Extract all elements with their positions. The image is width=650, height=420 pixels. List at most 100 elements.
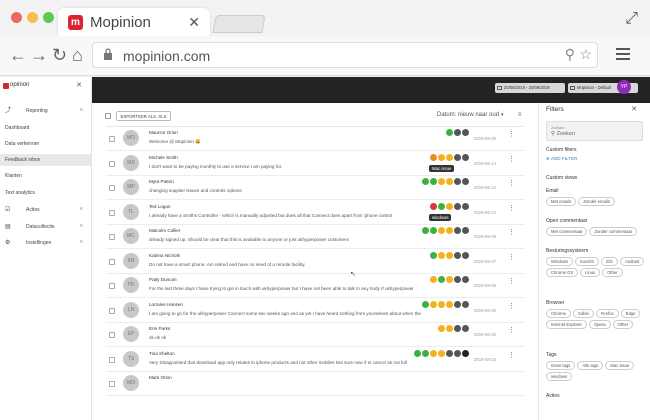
device-icon[interactable] [462,227,469,234]
more-options-icon[interactable]: ⋮ [508,254,515,261]
filter-chip[interactable]: Chrome [546,309,571,318]
positive-score-badge[interactable] [422,227,429,234]
caret-down-icon[interactable]: ▾ [501,112,504,118]
filter-chip[interactable]: Met commentaar [546,227,588,236]
filter-chip[interactable]: Linux [580,268,601,277]
row-checkbox[interactable] [109,209,115,216]
device-icon[interactable] [454,276,461,283]
table-row[interactable]: PD Patty Duncan For the last three days I … [106,274,524,298]
sidebar-item-feedback-inbox[interactable]: Feedback inbox [0,154,91,166]
row-checkbox[interactable] [109,185,115,191]
device-icon[interactable] [454,325,461,332]
device-icon[interactable] [462,153,469,161]
neutral-score-badge[interactable] [446,276,453,283]
more-options-icon[interactable]: ⋮ [508,327,515,334]
row-checkbox[interactable] [109,160,115,167]
device-icon[interactable] [446,349,453,357]
neutral-score-badge[interactable] [446,227,453,234]
device-icon[interactable] [462,178,469,185]
filter-chip[interactable]: Mac issue [605,361,635,370]
back-icon[interactable]: ← [9,45,27,66]
device-icon[interactable] [454,202,461,210]
table-row[interactable]: MO Maurice Orion Welcome @ Mopinion 😀 2019-… [106,127,524,151]
sidebar-item-text-analytics[interactable]: Text analytics [0,187,91,199]
filter-chip[interactable]: macOS [575,257,599,266]
date-range-picker[interactable]: 20/09/2019 - 20/09/2019 [495,83,565,93]
neutral-score-badge[interactable] [438,325,445,332]
filter-chip[interactable]: iOS [600,257,618,266]
sidebar-item-klanten[interactable]: Klanten [0,170,91,182]
sidebar-item-instellingen[interactable]: ⚙ Instellingen ˅ [0,237,91,249]
filter-search-input[interactable]: Zoeken ⚲ Zoeken [546,121,643,141]
filter-chip[interactable]: Internet Explorer [546,320,587,329]
table-row[interactable]: MP Myra Patton changing supplier issues an… [106,176,524,200]
positive-score-badge[interactable] [422,178,429,185]
maximize-window-button[interactable] [43,12,54,23]
positive-score-badge[interactable] [422,300,429,308]
more-options-icon[interactable]: ⋮ [508,278,515,285]
filter-chip[interactable]: Alle tags [577,361,604,370]
more-options-icon[interactable]: ⋮ [508,352,515,359]
neutral-score-badge[interactable] [430,276,437,283]
positive-score-badge[interactable] [438,276,445,283]
negative-score-badge[interactable] [430,202,437,210]
neutral-score-badge[interactable] [446,251,453,259]
row-checkbox[interactable] [109,136,115,142]
add-filter-link[interactable]: ⊕ ADD FILTER [546,156,577,162]
home-icon[interactable]: ⌂ [72,45,83,66]
row-checkbox[interactable] [109,356,115,363]
neutral-score-badge[interactable] [438,178,445,185]
positive-score-badge[interactable] [430,251,437,259]
device-icon[interactable] [462,129,469,136]
address-bar[interactable]: mopinion.com ⚲ ☆ [92,42,598,68]
neutral-score-badge[interactable] [438,153,445,161]
device-icon[interactable] [462,276,469,283]
table-row[interactable]: MO Mark Orion [106,372,524,396]
select-all-checkbox[interactable] [105,113,111,119]
neutral-score-badge[interactable] [438,251,445,259]
sidebar-item-data-verkenner[interactable]: Data verkenner [0,138,91,150]
filter-chip[interactable]: Met emails [546,197,577,206]
filter-chip[interactable]: Edge [620,309,641,318]
filter-chip[interactable]: Android [619,257,645,266]
filter-chip[interactable]: Zonder emails [578,197,615,206]
positive-score-badge[interactable] [446,129,453,136]
sidebar-item-dashboard[interactable]: Dashboard [0,122,91,134]
filter-chip[interactable]: Other [612,320,634,329]
row-checkbox[interactable] [109,283,115,289]
device-icon[interactable] [454,153,461,161]
neutral-score-badge[interactable] [438,227,445,234]
positive-score-badge[interactable] [430,178,437,185]
neutral-score-badge[interactable] [430,300,437,308]
device-icon[interactable] [454,227,461,234]
device-icon[interactable] [462,325,469,332]
browser-icon[interactable] [462,349,469,357]
more-options-icon[interactable]: ⋮ [508,156,515,163]
sidebar-item-datacollectie[interactable]: ▤ Datacollectie ˅ [0,221,91,233]
fullscreen-icon[interactable]: ⤢ [625,10,638,28]
row-checkbox[interactable] [109,234,115,240]
more-options-icon[interactable]: ⋮ [508,229,515,236]
browser-menu-icon[interactable] [616,48,630,60]
close-sidebar-icon[interactable]: ✕ [76,81,82,89]
row-checkbox[interactable] [109,332,115,338]
neutral-score-badge[interactable] [446,202,453,210]
filter-chip[interactable]: Geen tags [546,361,576,370]
neutral-score-badge[interactable] [446,153,453,161]
more-options-icon[interactable]: ⋮ [508,180,515,187]
device-icon[interactable] [462,300,469,308]
filter-chip[interactable]: Firefox [595,309,619,318]
table-row[interactable]: KN Katrina Nichols Do not have a smart pho… [106,249,524,274]
minimize-window-button[interactable] [27,12,38,23]
neutral-score-badge[interactable] [446,300,453,308]
zoom-icon[interactable]: ⚲ [565,46,575,63]
sort-dropdown[interactable]: Datum: nieuw naar oud [437,112,499,118]
more-options-icon[interactable]: ⋮ [508,131,515,138]
table-row[interactable]: LH Lorraine Hansen I am going to go for th… [106,298,524,323]
table-row[interactable]: MC Malcolm Collier already signed up. Shou… [106,225,524,249]
filter-chip[interactable]: windows [546,372,573,381]
device-icon[interactable] [454,129,461,136]
positive-score-badge[interactable] [422,349,429,357]
close-window-button[interactable] [11,12,22,23]
row-checkbox[interactable] [109,307,115,314]
